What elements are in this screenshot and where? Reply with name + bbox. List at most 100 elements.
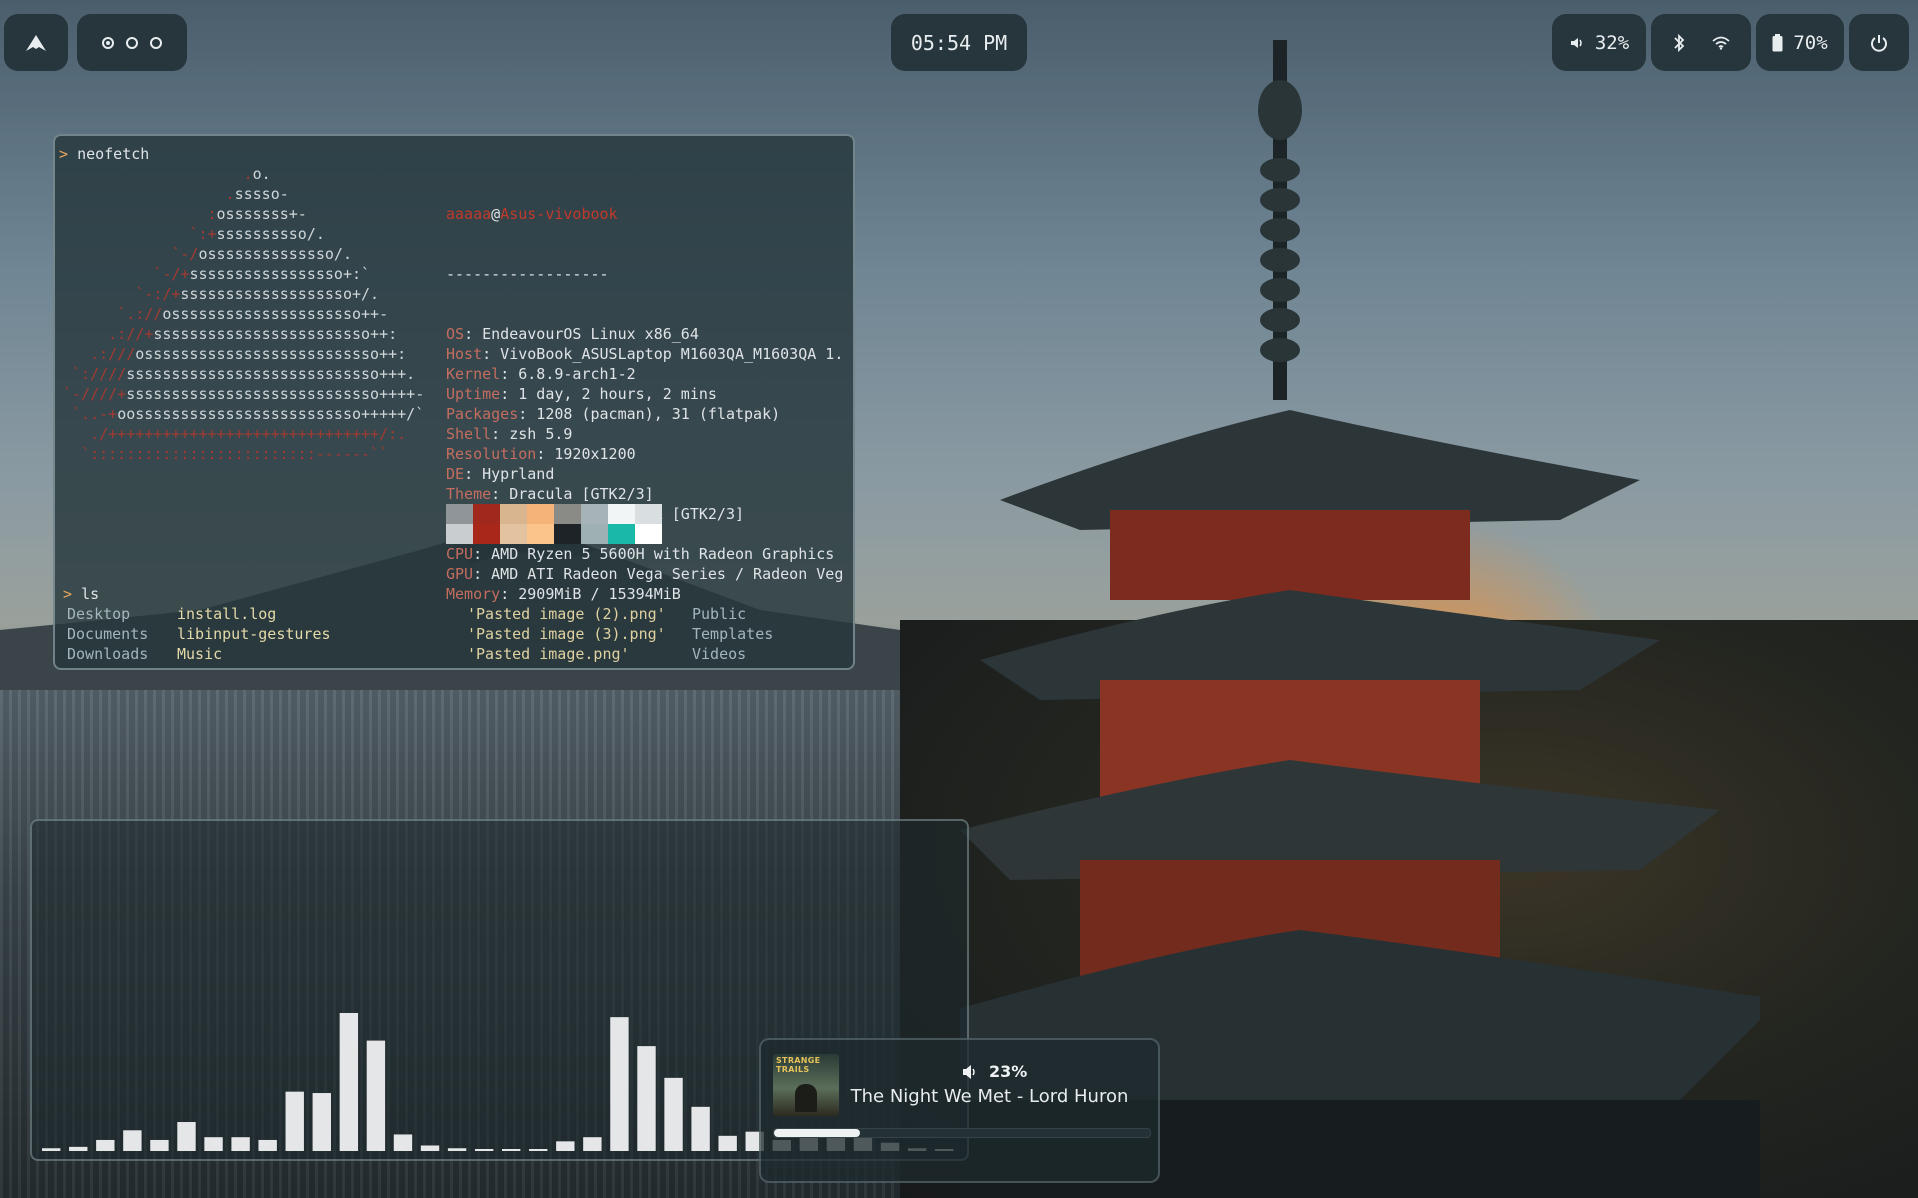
volume-value: 32% <box>1594 31 1630 54</box>
ascii-line: .sssso- <box>225 185 289 203</box>
ls-entry: Public <box>692 605 747 623</box>
info-line: GPU: AMD ATI Radeon Vega Series / Radeon… <box>446 565 844 583</box>
connectivity-widget[interactable] <box>1651 14 1751 71</box>
terminal-window[interactable]: > neofetch .o. .sssso- :osssssss+- `:+ss… <box>53 134 855 670</box>
visualizer-bar <box>312 1093 331 1151</box>
speaker-icon[interactable] <box>961 1064 979 1080</box>
ascii-line: `-/+sssssssssssssssso+:` <box>153 265 371 283</box>
workspaces <box>77 14 187 71</box>
command-ls: ls <box>81 585 100 603</box>
arch-logo-icon <box>26 34 46 51</box>
visualizer-bar <box>691 1106 710 1151</box>
color-swatch <box>635 504 662 524</box>
launcher-button[interactable] <box>4 14 68 71</box>
clock[interactable]: 05:54 PM <box>891 14 1027 71</box>
visualizer-bar <box>42 1148 61 1151</box>
volume-widget[interactable]: 32% <box>1552 14 1646 71</box>
battery-icon <box>1772 33 1783 51</box>
ascii-line: `:+ssssssssso/. <box>189 225 325 243</box>
color-palette <box>446 504 662 544</box>
visualizer-bar <box>664 1077 683 1151</box>
color-swatch <box>527 524 554 544</box>
ascii-line: `..-+oosssssssssssssssssssssssso+++++/` <box>72 405 425 423</box>
ls-entry: 'Pasted image (2).png' <box>467 605 666 623</box>
ascii-line: `.://osssssssssssssssssssso++- <box>117 305 389 323</box>
visualizer-bar <box>96 1139 115 1151</box>
pagoda-image <box>960 40 1760 1198</box>
visualizer-bar <box>583 1137 602 1151</box>
song-title: The Night We Met - Lord Huron <box>850 1086 1129 1107</box>
ls-entry: install.log <box>177 605 277 623</box>
visualizer-bar <box>150 1139 169 1151</box>
color-swatch <box>554 524 581 544</box>
visualizer-bar <box>447 1148 467 1151</box>
visualizer-bar <box>529 1149 548 1151</box>
info-line: Theme: Dracula [GTK2/3] <box>446 485 654 503</box>
visualizer-bar <box>610 1017 629 1151</box>
color-swatch <box>581 524 608 544</box>
color-swatch <box>473 504 500 524</box>
distro-ascii-logo: .o. .sssso- :osssssss+- `:+ssssssssso/. … <box>63 164 424 464</box>
color-swatch <box>581 504 608 524</box>
visualizer-bar <box>637 1046 656 1151</box>
ls-entry: Music <box>177 645 223 663</box>
wifi-icon[interactable] <box>1712 36 1730 50</box>
ascii-line: .://+ssssssssssssssssssssssso++: <box>108 325 398 343</box>
ascii-line: `-////+ssssssssssssssssssssssssssso++++- <box>63 385 425 403</box>
visualizer-bar <box>123 1130 142 1151</box>
visualizer-bar <box>718 1135 737 1151</box>
info-line: Shell: zsh 5.9 <box>446 425 573 443</box>
ls-entry: libinput-gestures <box>177 625 331 643</box>
info-line: Resolution: 1920x1200 <box>446 445 636 463</box>
album-title: STRANGE TRAILS <box>776 1056 821 1074</box>
visualizer-bar <box>502 1149 521 1151</box>
power-button[interactable] <box>1849 14 1909 71</box>
info-line: OS: EndeavourOS Linux x86_64 <box>446 325 699 343</box>
battery-value: 70% <box>1793 31 1828 54</box>
username: aaaaa <box>446 205 492 223</box>
visualizer-bar <box>420 1145 440 1151</box>
info-separator: ------------------ <box>446 265 609 283</box>
visualizer-bar <box>556 1141 575 1151</box>
visualizer-bar <box>231 1137 250 1151</box>
color-swatch <box>446 504 473 524</box>
visualizer-bar <box>285 1091 304 1151</box>
visualizer-bar <box>393 1134 413 1151</box>
ascii-line: `:////ssssssssssssssssssssssssssso+++. <box>72 365 416 383</box>
workspace-2-indicator[interactable] <box>126 36 138 49</box>
info-line: CPU: AMD Ryzen 5 5600H with Radeon Graph… <box>446 545 835 563</box>
media-player[interactable]: STRANGE TRAILS 23% The Night We Met - Lo… <box>759 1038 1160 1183</box>
ascii-line: `:::::::::::::::::::::::::------`` <box>81 445 389 463</box>
ascii-line: `-:/+sssssssssssssssssso+/. <box>135 285 380 303</box>
at-sign: @ <box>491 205 501 223</box>
info-line: Kernel: 6.8.9-arch1-2 <box>446 365 636 383</box>
battery-widget[interactable]: 70% <box>1756 14 1844 71</box>
workspace-1-indicator[interactable] <box>102 36 114 49</box>
ascii-line: .o. <box>243 165 271 183</box>
color-swatch <box>635 524 662 544</box>
progress-bar[interactable] <box>773 1128 1151 1138</box>
info-line: Uptime: 1 day, 2 hours, 2 mins <box>446 385 717 403</box>
ls-entry: Templates <box>692 625 774 643</box>
workspace-3-indicator[interactable] <box>150 36 162 49</box>
info-line: Memory: 2909MiB / 15394MiB <box>446 585 681 603</box>
visualizer-bar <box>474 1149 494 1151</box>
info-line: DE: Hyprland <box>446 465 555 483</box>
color-swatch <box>446 524 473 544</box>
color-swatch <box>500 524 527 544</box>
ls-entry: 'Pasted image (3).png' <box>467 625 666 643</box>
prompt-symbol: > <box>59 145 69 163</box>
info-line: Packages: 1208 (pacman), 31 (flatpak) <box>446 405 781 423</box>
info-line: Host: VivoBook_ASUSLaptop M1603QA_M1603Q… <box>446 345 844 363</box>
ls-entry: Documents <box>67 625 149 643</box>
command-neofetch: neofetch <box>77 145 150 163</box>
ls-entry: 'Pasted image.png' <box>467 645 630 663</box>
bluetooth-icon[interactable] <box>1672 33 1686 53</box>
speaker-icon <box>1570 37 1582 48</box>
ascii-line: .:///ossssssssssssssssssssssssso++: <box>90 345 407 363</box>
hostname: Asus-vivobook <box>500 205 618 223</box>
ls-entry: Videos <box>692 645 747 663</box>
visualizer-bar <box>204 1137 223 1151</box>
power-icon <box>1871 34 1887 52</box>
prompt-symbol-2: > <box>63 585 73 603</box>
